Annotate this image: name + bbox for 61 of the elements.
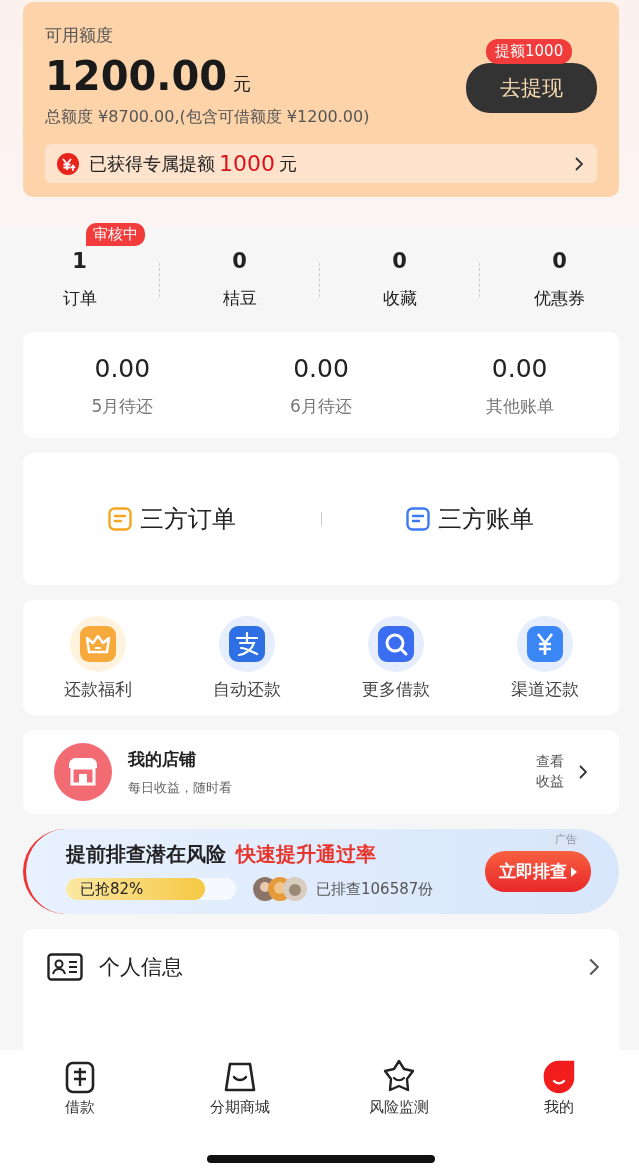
third-party-link[interactable]: 三方账单: [321, 503, 619, 535]
bill-amount: 0.00: [491, 354, 548, 383]
stat-item[interactable]: 0 优惠券: [480, 249, 639, 310]
menu-item[interactable]: 个人信息: [47, 929, 599, 1004]
play-icon: [571, 866, 577, 877]
progress-label: 已抢82%: [79, 879, 144, 899]
credit-total: 总额度 ¥8700.00,(包含可借额度 ¥1200.00): [45, 107, 371, 128]
shop-title: 我的店铺: [128, 747, 197, 771]
chevron-right-icon: [589, 957, 599, 976]
check-now-button[interactable]: 立即排查: [485, 851, 591, 892]
stat-item[interactable]: 0 桔豆: [160, 249, 319, 310]
search-icon: [367, 616, 424, 672]
stat-value: 1: [72, 249, 87, 273]
chevron-right-icon: [579, 765, 587, 779]
bill-label: 5月待还: [91, 395, 154, 418]
tab[interactable]: 借款: [0, 1056, 160, 1117]
service-item[interactable]: 渠道还款: [470, 616, 619, 701]
ad-label: 广告: [549, 831, 583, 848]
stat-label: 收藏: [382, 287, 417, 310]
tab[interactable]: 风险监测: [319, 1056, 480, 1117]
banner-highlight: 快速提升通过率: [236, 841, 376, 868]
withdraw-button[interactable]: 去提现: [466, 63, 597, 113]
service-item[interactable]: 还款福利: [23, 616, 172, 701]
stat-label: 优惠券: [534, 287, 585, 310]
bill-amount: 0.00: [293, 354, 349, 383]
credit-label: 可用额度: [45, 24, 114, 47]
banner-title: 提前排查潜在风险: [66, 841, 226, 868]
credit-amount: 1200.00: [45, 53, 228, 99]
yuan-icon: [516, 616, 573, 672]
service-item[interactable]: 更多借款: [321, 616, 470, 701]
bill-label: 其他账单: [485, 395, 554, 418]
stat-item[interactable]: 0 收藏: [320, 249, 479, 310]
crown-icon: [69, 616, 126, 672]
tab[interactable]: 我的: [479, 1056, 639, 1117]
shop-card[interactable]: 我的店铺 每日收益，随时看 查看收益: [23, 730, 619, 814]
view-earnings-link[interactable]: 查看收益: [536, 752, 567, 792]
increase-badge: 提额1000: [486, 39, 573, 64]
third-party-link[interactable]: 三方订单: [23, 503, 321, 535]
shop-icon: [54, 743, 112, 801]
bill-amount: 0.00: [94, 354, 151, 383]
stat-label: 订单: [62, 287, 97, 310]
id-card-icon: [47, 952, 83, 981]
stat-value: 0: [232, 249, 247, 273]
bonus-amount: 1000: [219, 151, 275, 176]
stat-value: 0: [552, 249, 567, 273]
service-item[interactable]: 自动还款: [172, 616, 321, 701]
stat-label: 桔豆: [222, 287, 257, 310]
bill-label: 6月待还: [290, 395, 352, 418]
bonus-bar[interactable]: 已获得专属提额 1000 元: [45, 144, 597, 183]
chevron-right-icon: [575, 156, 583, 171]
stat-value: 0: [392, 249, 407, 273]
credit-unit: 元: [233, 72, 252, 96]
bonus-text: 已获得专属提额: [89, 151, 215, 176]
yuan-up-icon: [57, 152, 79, 175]
bonus-unit: 元: [279, 151, 298, 176]
payment-icon: [218, 616, 275, 672]
shop-subtitle: 每日收益，随时看: [128, 778, 233, 797]
risk-banner[interactable]: 广告 提前排查潜在风险 快速提升通过率 已抢82% 已排查106587份 立即排查: [23, 829, 619, 914]
status-badge: 审核中: [85, 223, 145, 246]
check-count: 已排查106587份: [316, 879, 434, 899]
tab[interactable]: 分期商城: [159, 1056, 320, 1117]
